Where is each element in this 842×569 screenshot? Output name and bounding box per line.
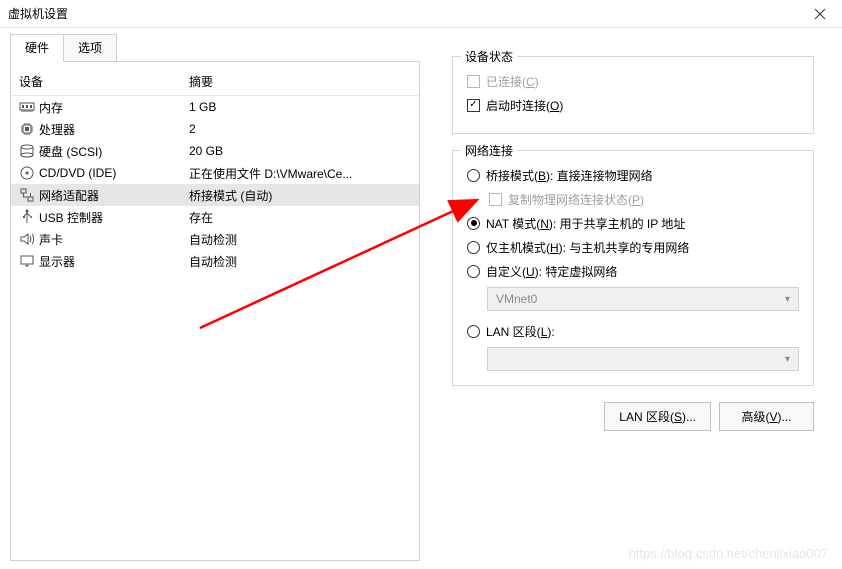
device-label: 显示器	[39, 253, 75, 270]
radio-lansegment[interactable]: LAN 区段(L):	[467, 321, 799, 341]
network-icon	[19, 187, 35, 203]
radio-nat[interactable]: NAT 模式(N): 用于共享主机的 IP 地址	[467, 213, 799, 233]
device-label: USB 控制器	[39, 209, 103, 226]
checkbox-replicate: 复制物理网络连接状态(P)	[489, 189, 799, 209]
device-label: 处理器	[39, 121, 75, 138]
checkbox-label: 复制物理网络连接状态(P)	[508, 191, 644, 208]
cpu-icon	[19, 121, 35, 137]
radio-icon	[467, 217, 480, 230]
radio-label: LAN 区段(L):	[486, 323, 555, 340]
device-summary: 自动检测	[189, 253, 411, 270]
device-summary: 存在	[189, 209, 411, 226]
sound-icon	[19, 231, 35, 247]
checkbox-icon	[467, 75, 480, 88]
device-row-network[interactable]: 网络适配器 桥接模式 (自动)	[11, 184, 419, 206]
device-label: 网络适配器	[39, 187, 99, 204]
network-group-title: 网络连接	[461, 142, 517, 159]
lansegment-dropdown: ▾	[487, 347, 799, 371]
radio-label: NAT 模式(N): 用于共享主机的 IP 地址	[486, 215, 685, 232]
hdd-icon	[19, 143, 35, 159]
device-row-cpu[interactable]: 处理器 2	[11, 118, 419, 140]
chevron-down-icon: ▾	[785, 294, 790, 305]
custom-vmnet-dropdown: VMnet0 ▾	[487, 287, 799, 311]
device-list-panel: 设备 摘要 内存 1 GB 处理器 2 硬盘	[10, 61, 420, 561]
radio-bridged[interactable]: 桥接模式(B): 直接连接物理网络	[467, 165, 799, 185]
device-list-header: 设备 摘要	[11, 70, 419, 96]
right-panel: 设备状态 已连接(C) ✓ 启动时连接(O) 网络连接 桥接模式(B): 直接连…	[420, 34, 832, 559]
radio-icon	[467, 325, 480, 338]
checkbox-label: 启动时连接(O)	[486, 97, 563, 114]
device-status-title: 设备状态	[461, 48, 517, 65]
device-summary: 2	[189, 122, 411, 136]
radio-icon	[467, 265, 480, 278]
radio-label: 桥接模式(B): 直接连接物理网络	[486, 167, 653, 184]
button-row: LAN 区段(S)... 高级(V)...	[452, 402, 814, 431]
column-device: 设备	[19, 73, 189, 90]
display-icon	[19, 253, 35, 269]
close-button[interactable]	[797, 0, 842, 28]
dropdown-value: VMnet0	[496, 292, 537, 306]
close-icon	[814, 8, 826, 20]
tab-hardware[interactable]: 硬件	[10, 34, 64, 62]
radio-hostonly[interactable]: 仅主机模式(H): 与主机共享的专用网络	[467, 237, 799, 257]
usb-icon	[19, 209, 35, 225]
network-connection-group: 网络连接 桥接模式(B): 直接连接物理网络 复制物理网络连接状态(P) NAT…	[452, 150, 814, 386]
device-label: 硬盘 (SCSI)	[39, 143, 102, 160]
checkbox-connect-at-poweron[interactable]: ✓ 启动时连接(O)	[467, 95, 799, 115]
watermark: https://blog.csdn.net/chenlixiao007	[629, 546, 828, 561]
column-summary: 摘要	[189, 73, 411, 90]
radio-label: 仅主机模式(H): 与主机共享的专用网络	[486, 239, 689, 256]
device-row-memory[interactable]: 内存 1 GB	[11, 96, 419, 118]
device-row-cddvd[interactable]: CD/DVD (IDE) 正在使用文件 D:\VMware\Ce...	[11, 162, 419, 184]
device-summary: 桥接模式 (自动)	[189, 187, 411, 204]
device-row-hdd[interactable]: 硬盘 (SCSI) 20 GB	[11, 140, 419, 162]
tab-options[interactable]: 选项	[63, 34, 117, 62]
memory-icon	[19, 99, 35, 115]
titlebar: 虚拟机设置	[0, 0, 842, 28]
window-title: 虚拟机设置	[8, 5, 68, 22]
tab-row: 硬件 选项	[10, 34, 420, 62]
checkbox-icon	[489, 193, 502, 206]
device-label: 声卡	[39, 231, 63, 248]
radio-custom[interactable]: 自定义(U): 特定虚拟网络	[467, 261, 799, 281]
disc-icon	[19, 165, 35, 181]
device-summary: 1 GB	[189, 100, 411, 114]
device-row-display[interactable]: 显示器 自动检测	[11, 250, 419, 272]
checkbox-label: 已连接(C)	[486, 73, 539, 90]
checkbox-connected: 已连接(C)	[467, 71, 799, 91]
device-summary: 正在使用文件 D:\VMware\Ce...	[189, 165, 411, 182]
checkbox-icon: ✓	[467, 99, 480, 112]
chevron-down-icon: ▾	[785, 354, 790, 365]
left-panel: 硬件 选项 设备 摘要 内存 1 GB 处理器 2	[10, 34, 420, 559]
device-label: CD/DVD (IDE)	[39, 166, 116, 180]
advanced-button[interactable]: 高级(V)...	[719, 402, 814, 431]
device-summary: 自动检测	[189, 231, 411, 248]
device-row-sound[interactable]: 声卡 自动检测	[11, 228, 419, 250]
radio-icon	[467, 169, 480, 182]
device-summary: 20 GB	[189, 144, 411, 158]
device-status-group: 设备状态 已连接(C) ✓ 启动时连接(O)	[452, 56, 814, 134]
radio-icon	[467, 241, 480, 254]
radio-label: 自定义(U): 特定虚拟网络	[486, 263, 617, 280]
device-row-usb[interactable]: USB 控制器 存在	[11, 206, 419, 228]
device-label: 内存	[39, 99, 63, 116]
lan-segments-button[interactable]: LAN 区段(S)...	[604, 402, 711, 431]
